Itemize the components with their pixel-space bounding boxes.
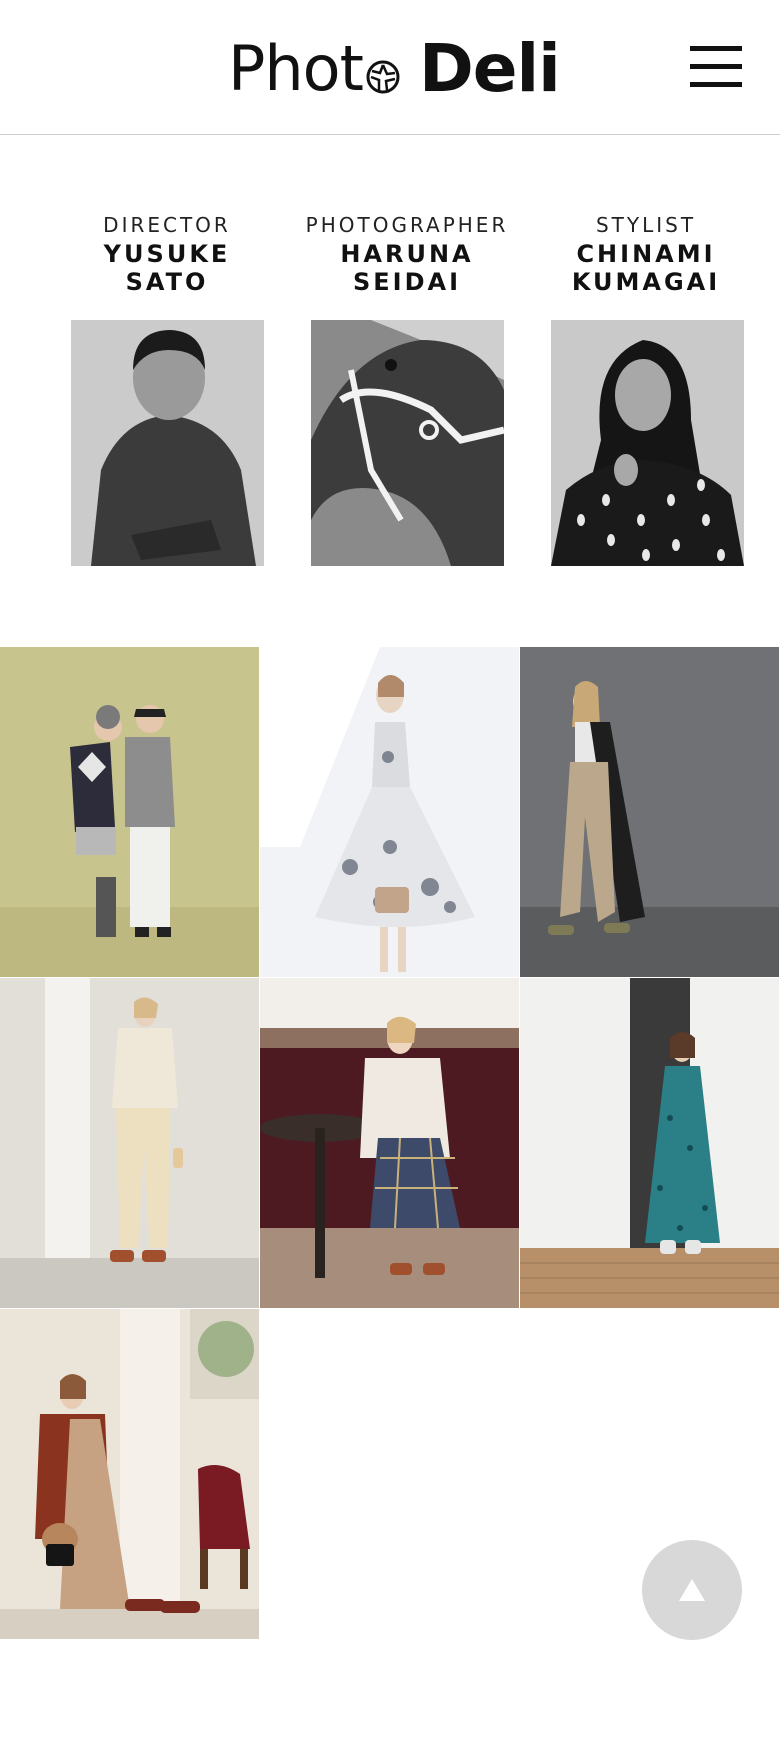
credit-name: YUSUKE SATO xyxy=(103,240,231,296)
gallery-image[interactable] xyxy=(260,978,519,1308)
beige-trousers-photo xyxy=(520,647,779,977)
gallery-image[interactable] xyxy=(520,647,779,977)
credit-role: STYLIST xyxy=(595,213,697,237)
golf-couple-photo xyxy=(0,647,259,977)
gallery-image[interactable] xyxy=(0,647,259,977)
credit-stylist: STYLIST CHINAMI KUMAGAI xyxy=(536,212,756,296)
credit-name: KUMAGAI xyxy=(571,268,721,296)
stylist-portrait-image xyxy=(551,320,744,566)
up-triangle-icon xyxy=(679,1579,705,1601)
site-logo[interactable]: Phot Deli xyxy=(228,28,561,108)
gallery-image[interactable] xyxy=(260,647,519,977)
director-portrait-image xyxy=(71,320,264,566)
credit-photographer: PHOTOGRAPHER HARUNA SEIDAI xyxy=(297,212,517,296)
plaid-skirt-cafe-photo xyxy=(260,978,519,1308)
credit-name: HARUNA xyxy=(340,240,474,268)
shutter-o-icon xyxy=(366,60,400,94)
logo-photo-text: Phot xyxy=(228,31,364,105)
credit-name: SEIDAI xyxy=(352,268,462,296)
credit-name: CHINAMI xyxy=(576,240,716,268)
gallery-image[interactable] xyxy=(0,978,259,1308)
rust-coat-photo xyxy=(0,1309,259,1639)
credit-director: DIRECTOR YUSUKE SATO xyxy=(57,212,277,296)
teal-dress-photo xyxy=(520,978,779,1308)
cream-knit-photo xyxy=(0,978,259,1308)
site-header: Phot Deli xyxy=(0,0,780,135)
gallery-image[interactable] xyxy=(520,978,779,1308)
gallery-image[interactable] xyxy=(0,1309,259,1639)
credit-role: PHOTOGRAPHER xyxy=(305,213,509,237)
photographer-horse-image xyxy=(311,320,504,566)
floral-dress-photo xyxy=(260,647,519,977)
hamburger-menu-icon[interactable] xyxy=(690,46,744,90)
credit-role: DIRECTOR xyxy=(103,213,231,237)
logo-deli-text: Deli xyxy=(418,29,561,107)
scroll-to-top-button[interactable] xyxy=(642,1540,742,1640)
